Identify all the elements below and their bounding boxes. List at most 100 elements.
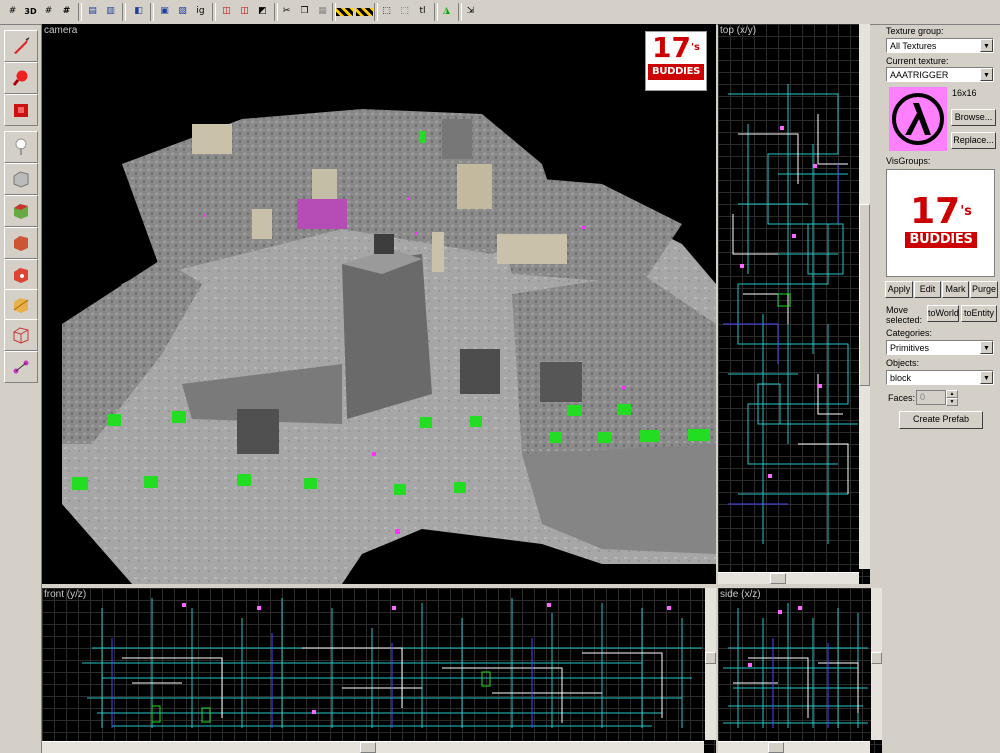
select-by-center-icon[interactable]: ⬚ — [396, 3, 413, 20]
3d-scene — [62, 109, 716, 584]
categories-label: Categories: — [886, 328, 933, 338]
current-texture-value: AAATRIGGER — [890, 70, 949, 80]
front-viewport-label: front (y/z) — [44, 589, 87, 600]
objects-select[interactable]: block ▼ — [886, 370, 994, 385]
texture-application-tool-icon — [14, 204, 28, 219]
visgroups-list[interactable]: 17's BUDDIES — [886, 169, 995, 277]
browse-button[interactable]: Browse... — [951, 109, 996, 126]
top-viewport[interactable]: top (x/y) — [718, 24, 870, 584]
ignore-groups-icon[interactable]: ig — [192, 3, 209, 20]
main-toolbar: # 3D # # ▤ ▥ ◧ ▣ ▧ ig ◫ ◫ ◩ ✂ ❐ ▦ ⬚ ⬚ tl… — [0, 0, 1000, 25]
entity-tool-button[interactable] — [4, 131, 38, 163]
side-viewport-vscroll[interactable] — [871, 588, 882, 740]
vertex-manipulation-tool-button[interactable] — [4, 319, 38, 351]
selection-tool-icon — [14, 37, 30, 54]
show-items-icon[interactable]: ◫ — [236, 3, 253, 20]
hide-items-icon[interactable]: ◫ — [218, 3, 235, 20]
camera-viewport[interactable]: camera 17's BUDDIES — [42, 24, 716, 584]
paste-icon[interactable]: ▦ — [314, 3, 331, 20]
lambda-icon — [889, 87, 947, 151]
mark-button[interactable]: Mark — [942, 281, 969, 298]
faces-value: 0 — [920, 392, 926, 402]
side-wireframe — [723, 603, 868, 728]
front-viewport-vscroll[interactable] — [705, 588, 716, 740]
larger-grid-icon[interactable]: # — [58, 3, 75, 20]
chevron-down-icon[interactable]: ▼ — [980, 371, 993, 384]
current-texture-select[interactable]: AAATRIGGER ▼ — [886, 67, 994, 82]
tools-bar — [0, 25, 42, 753]
apply-current-texture-button[interactable] — [4, 227, 38, 259]
camera-tool-icon — [14, 104, 28, 117]
texture-application-icon[interactable]: ◮ — [438, 3, 455, 20]
entity-tool-icon — [15, 138, 27, 155]
texture-application-tool-button[interactable] — [4, 195, 38, 227]
side-viewport[interactable]: side (x/z) — [718, 588, 882, 753]
edit-cordon-icon[interactable]: ◩ — [254, 3, 271, 20]
magnify-tool-button[interactable] — [4, 62, 38, 94]
chevron-down-icon[interactable]: ▼ — [980, 68, 993, 81]
camera-tool-button[interactable] — [4, 94, 38, 126]
texture-group-value: All Textures — [890, 41, 937, 51]
texture-panel: Texture group: All Textures ▼ Current te… — [883, 25, 1000, 753]
clipping-tool-icon — [13, 298, 29, 313]
stepper-up-icon[interactable]: ▲ — [946, 390, 958, 398]
unload-pointfile-icon[interactable]: ▥ — [102, 3, 119, 20]
categories-select[interactable]: Primitives ▼ — [886, 340, 994, 355]
objects-label: Objects: — [886, 358, 920, 368]
move-selected-label-2: selected: — [886, 315, 923, 325]
vertex-manipulation-tool-icon — [13, 327, 29, 344]
edit-button[interactable]: Edit — [914, 281, 941, 298]
selection-tool-button[interactable] — [4, 30, 38, 62]
replace-button[interactable]: Replace... — [951, 132, 996, 149]
side-viewport-hscroll[interactable] — [718, 741, 870, 753]
move-selected-label-1: Move — [886, 305, 909, 315]
front-wireframe — [82, 598, 702, 728]
faces-label: Faces: — [888, 393, 916, 403]
texture-preview — [889, 87, 947, 151]
path-tool-button[interactable] — [4, 351, 38, 383]
chevron-down-icon[interactable]: ▼ — [980, 341, 993, 354]
top-viewport-label: top (x/y) — [720, 25, 757, 36]
texture-group-select[interactable]: All Textures ▼ — [886, 38, 994, 53]
group-icon[interactable]: ▣ — [156, 3, 173, 20]
3d-grid-icon[interactable]: 3D — [22, 3, 39, 20]
front-viewport[interactable]: front (y/z) — [42, 588, 716, 753]
toggle-select-by-handles-icon[interactable]: ⬚ — [378, 3, 395, 20]
select-entity-icon[interactable]: tl — [414, 3, 431, 20]
visgroups-label: VisGroups: — [886, 156, 931, 166]
texture-group-label: Texture group: — [886, 26, 944, 36]
grid-icon[interactable]: # — [4, 3, 21, 20]
faces-stepper[interactable]: 0 — [916, 390, 946, 405]
buddies-logo-visgroups: 17's BUDDIES — [901, 192, 981, 248]
texture-lock-scale-icon[interactable] — [356, 8, 373, 16]
chevron-down-icon[interactable]: ▼ — [980, 39, 993, 52]
categories-value: Primitives — [890, 343, 930, 353]
ungroup-icon[interactable]: ▧ — [174, 3, 191, 20]
to-entity-button[interactable]: toEntity — [961, 305, 997, 322]
current-texture-label: Current texture: — [886, 56, 949, 66]
run-map-icon[interactable]: ⇲ — [462, 3, 479, 20]
block-tool-button[interactable] — [4, 163, 38, 195]
top-viewport-vscroll[interactable] — [859, 24, 870, 569]
front-viewport-hscroll[interactable] — [42, 741, 704, 753]
copy-icon[interactable]: ❐ — [296, 3, 313, 20]
stepper-down-icon[interactable]: ▼ — [946, 398, 958, 406]
decal-tool-icon — [14, 268, 28, 283]
apply-current-texture-icon — [14, 236, 28, 251]
objects-value: block — [890, 373, 912, 383]
create-prefab-button[interactable]: Create Prefab — [899, 411, 983, 429]
block-tool-icon — [13, 171, 29, 188]
decal-tool-button[interactable] — [4, 259, 38, 291]
apply-button[interactable]: Apply — [885, 281, 913, 298]
buddies-logo-camera: 17's BUDDIES — [645, 31, 707, 91]
clipping-tool-button[interactable] — [4, 289, 38, 321]
to-world-button[interactable]: toWorld — [927, 305, 959, 322]
camera-viewport-label: camera — [44, 25, 78, 36]
top-viewport-hscroll[interactable] — [718, 572, 859, 584]
smaller-grid-icon[interactable]: # — [40, 3, 57, 20]
load-pointfile-icon[interactable]: ▤ — [84, 3, 101, 20]
purge-button[interactable]: Purge — [970, 281, 998, 298]
toggle-texture-lock-icon[interactable] — [336, 8, 353, 16]
cut-icon[interactable]: ✂ — [278, 3, 295, 20]
carve-icon[interactable]: ◧ — [130, 3, 147, 20]
